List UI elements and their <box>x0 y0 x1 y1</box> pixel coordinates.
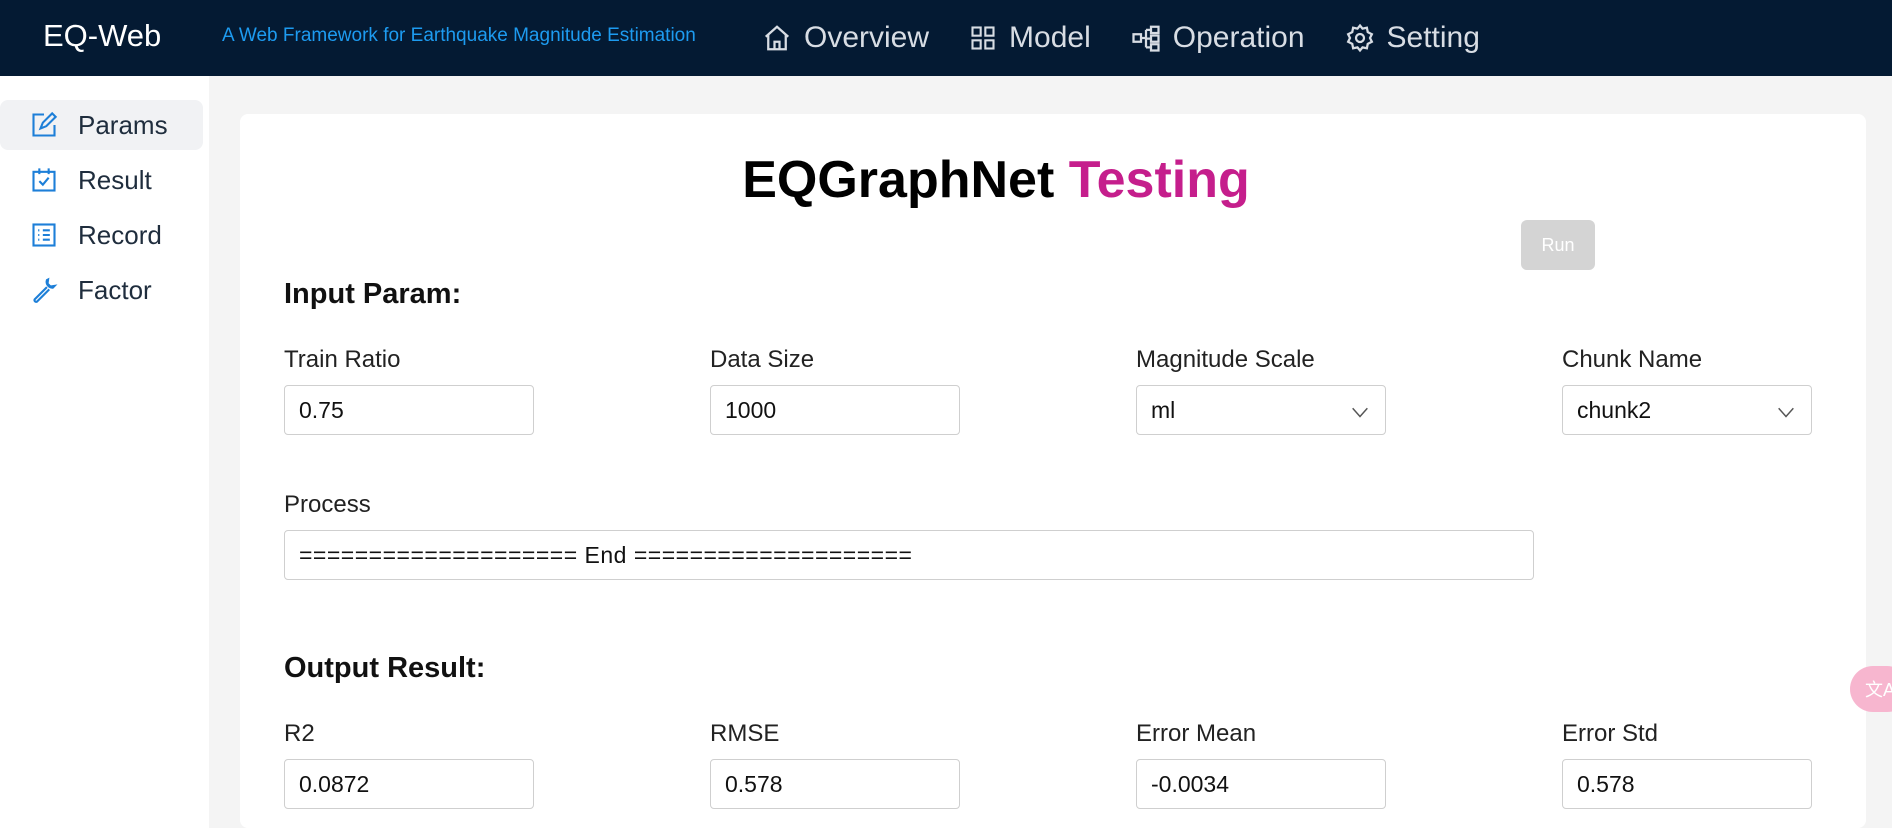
train-ratio-label: Train Ratio <box>284 346 401 373</box>
run-button[interactable]: Run <box>1521 220 1595 270</box>
list-icon <box>32 223 56 247</box>
nav-setting[interactable]: Setting <box>1345 21 1480 55</box>
translate-icon: 文A <box>1865 680 1892 700</box>
nav-model-label: Model <box>1009 21 1091 54</box>
chunk-name-select[interactable]: chunk2 <box>1562 385 1812 435</box>
flow-icon <box>1132 25 1160 52</box>
magnitude-scale-value: ml <box>1151 397 1176 423</box>
error-mean-label: Error Mean <box>1136 720 1257 747</box>
sidebar-item-result[interactable]: Result <box>0 155 203 205</box>
r2-output: 0.0872 <box>284 759 534 809</box>
sidebar-item-label: Record <box>78 219 162 250</box>
translate-button[interactable]: 文A <box>1850 666 1892 712</box>
home-icon <box>765 25 789 51</box>
nav-model[interactable]: Model <box>969 21 1091 55</box>
gear-icon <box>1346 23 1373 53</box>
output-section-heading: Output Result: <box>284 652 486 684</box>
main-card: EQGraphNet Testing Run Input Param: Trai… <box>240 114 1866 828</box>
rmse-label: RMSE <box>710 720 780 747</box>
sidebar-item-label: Params <box>78 109 168 140</box>
calendar-check-icon <box>32 168 56 192</box>
sidebar-item-label: Result <box>78 164 152 195</box>
page-title-main: EQGraphNet <box>742 151 1055 209</box>
data-size-input[interactable]: 1000 <box>710 385 960 435</box>
sidebar-item-factor[interactable]: Factor <box>0 265 203 315</box>
top-navbar: EQ-Web A Web Framework for Earthquake Ma… <box>0 0 1892 76</box>
error-mean-output: -0.0034 <box>1136 759 1386 809</box>
nav-overview[interactable]: Overview <box>762 21 929 55</box>
magnitude-scale-select[interactable]: ml <box>1136 385 1386 435</box>
error-std-output: 0.578 <box>1562 759 1812 809</box>
sidebar: Params Result Record Factor <box>0 76 209 828</box>
main-nav: Overview Model Operation Setting <box>762 0 1520 76</box>
input-section-heading: Input Param: <box>284 278 462 310</box>
data-size-label: Data Size <box>710 346 815 373</box>
nav-overview-label: Overview <box>804 21 930 54</box>
nav-operation[interactable]: Operation <box>1131 21 1305 55</box>
grid-icon <box>971 26 995 50</box>
chunk-name-value: chunk2 <box>1577 397 1652 423</box>
r2-label: R2 <box>284 720 315 747</box>
sidebar-item-record[interactable]: Record <box>0 210 203 260</box>
sidebar-item-params[interactable]: Params <box>0 100 203 150</box>
nav-setting-label: Setting <box>1386 21 1480 54</box>
nav-operation-label: Operation <box>1172 21 1305 54</box>
page-title: EQGraphNet Testing <box>240 150 1752 210</box>
page-title-accent: Testing <box>1068 151 1250 209</box>
sidebar-item-label: Factor <box>78 274 152 305</box>
brand-logo[interactable]: EQ-Web <box>43 18 161 54</box>
chevron-down-icon <box>1352 407 1368 418</box>
rmse-output: 0.578 <box>710 759 960 809</box>
process-label: Process <box>284 491 371 518</box>
train-ratio-input[interactable]: 0.75 <box>284 385 534 435</box>
magnitude-scale-label: Magnitude Scale <box>1136 346 1315 373</box>
error-std-label: Error Std <box>1562 720 1659 747</box>
wrench-icon <box>33 277 58 303</box>
process-output: ==================== End ===============… <box>284 530 1534 580</box>
chevron-down-icon <box>1778 407 1794 418</box>
chunk-name-label: Chunk Name <box>1562 346 1703 373</box>
brand-tagline: A Web Framework for Earthquake Magnitude… <box>222 25 696 46</box>
edit-icon <box>32 111 58 137</box>
